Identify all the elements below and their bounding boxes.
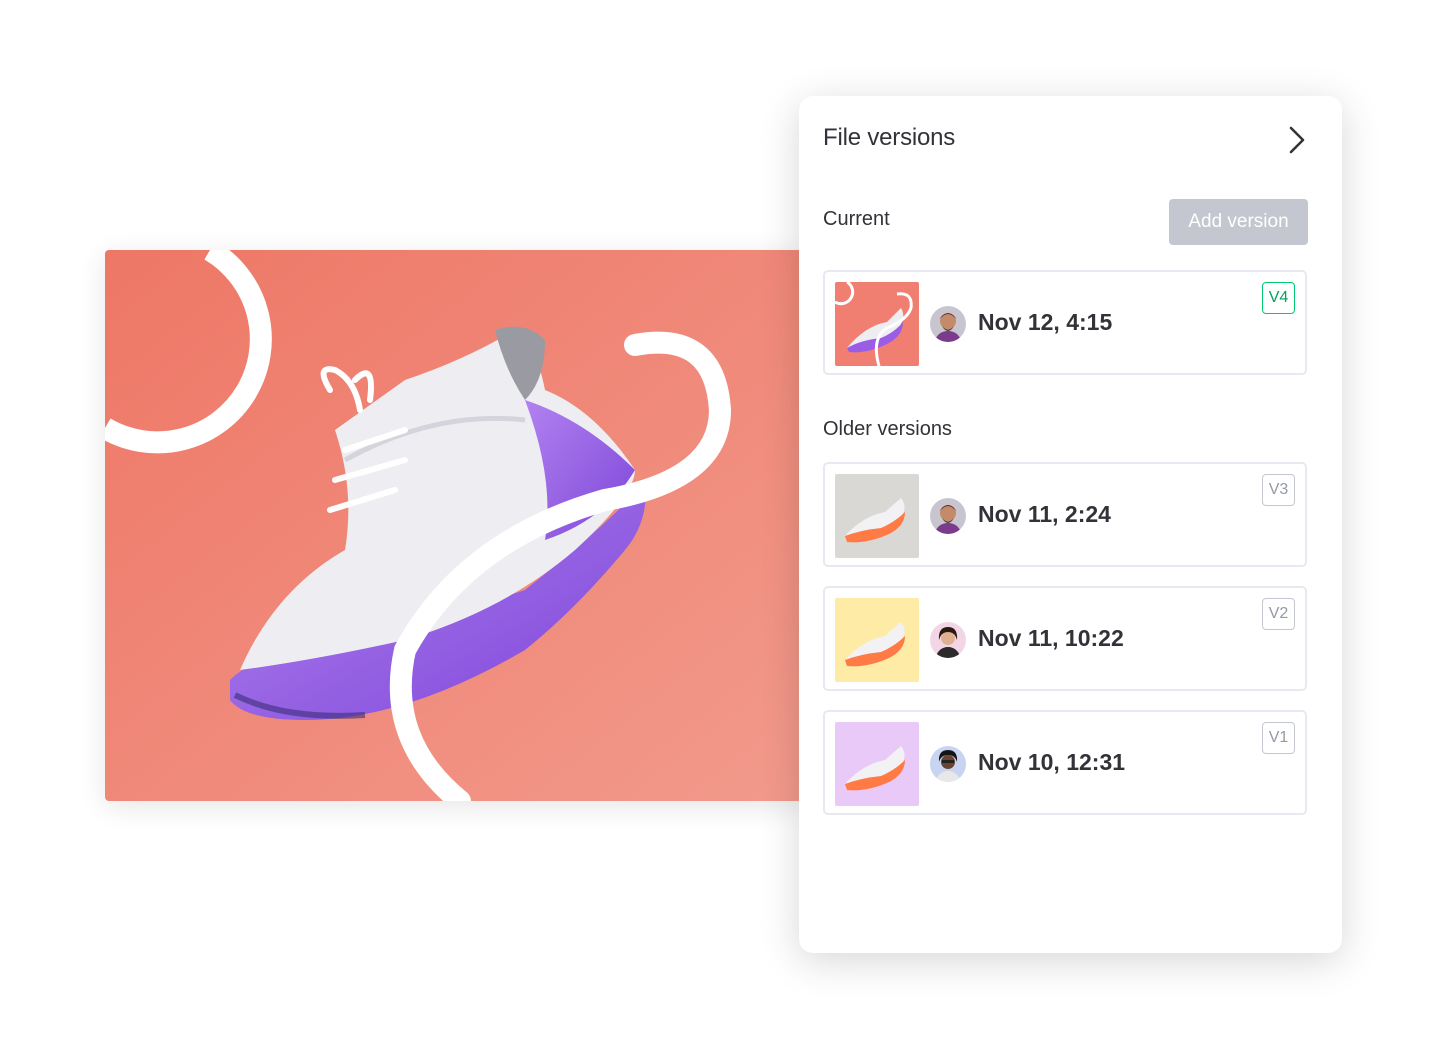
version-thumbnail <box>835 282 919 366</box>
panel-title: File versions <box>823 124 956 151</box>
version-card-current[interactable]: Nov 12, 4:15 V4 <box>823 270 1307 375</box>
version-date: Nov 11, 2:24 <box>978 501 1111 527</box>
version-date: Nov 11, 10:22 <box>978 625 1124 651</box>
avatar <box>930 622 966 658</box>
version-thumbnail <box>835 722 919 806</box>
avatar <box>930 746 966 782</box>
file-versions-panel: File versions Current Add version Nov 12… <box>799 96 1342 953</box>
avatar <box>930 306 966 342</box>
version-card[interactable]: Nov 10, 12:31 V1 <box>823 710 1307 815</box>
older-versions-label: Older versions <box>823 418 952 440</box>
version-thumbnail <box>835 474 919 558</box>
version-badge: V1 <box>1262 722 1295 754</box>
version-card[interactable]: Nov 11, 2:24 V3 <box>823 462 1307 567</box>
sneaker-illustration <box>105 250 805 801</box>
version-badge: V3 <box>1262 474 1295 506</box>
version-card[interactable]: Nov 11, 10:22 V2 <box>823 586 1307 691</box>
add-version-button[interactable]: Add version <box>1169 199 1308 245</box>
version-date: Nov 10, 12:31 <box>978 749 1126 775</box>
version-badge: V2 <box>1262 598 1295 630</box>
version-badge: V4 <box>1262 282 1295 314</box>
chevron-right-icon[interactable] <box>1285 124 1309 156</box>
version-date: Nov 12, 4:15 <box>978 309 1113 335</box>
current-section-label: Current <box>823 208 890 230</box>
preview-image <box>105 250 805 801</box>
version-thumbnail <box>835 598 919 682</box>
avatar <box>930 498 966 534</box>
